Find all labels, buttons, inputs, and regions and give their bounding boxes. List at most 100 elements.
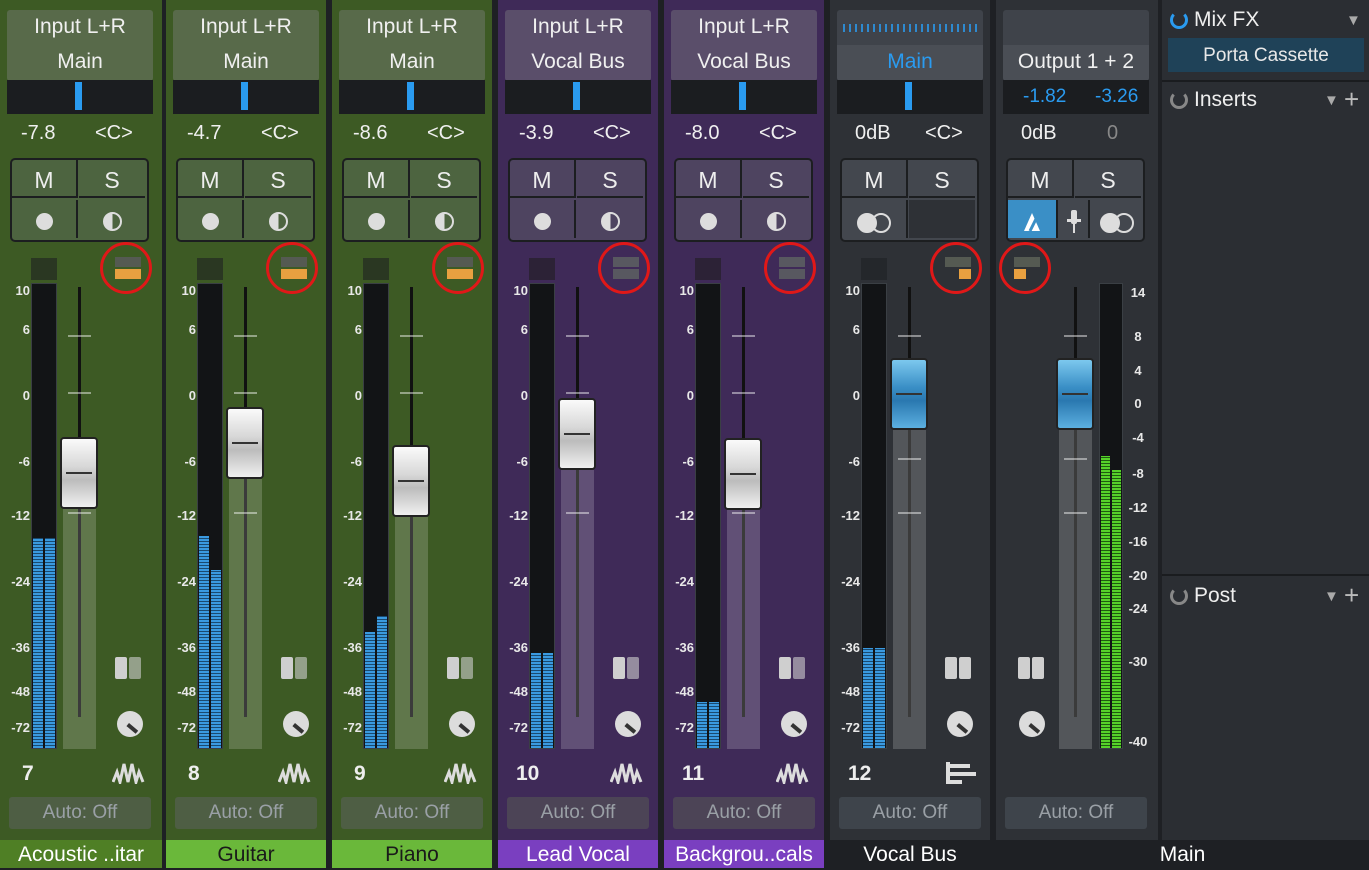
monitor-button[interactable]	[245, 200, 311, 238]
pan-value[interactable]: <C>	[95, 122, 133, 145]
pan-slider[interactable]	[671, 80, 817, 114]
strip-name[interactable]: Vocal Bus	[830, 840, 990, 868]
input-select[interactable]: Input L+R	[7, 10, 153, 46]
send-knob[interactable]	[449, 711, 475, 737]
solo-button[interactable]: S	[79, 160, 145, 198]
automation-mode[interactable]: Auto: Off	[9, 797, 151, 829]
chevron-down-icon[interactable]: ▼	[1346, 12, 1361, 29]
record-button[interactable]	[344, 200, 410, 238]
main-output-select[interactable]: Output 1 + 2	[1003, 45, 1149, 81]
volume-fader[interactable]	[60, 437, 98, 509]
monitor-button[interactable]	[411, 200, 477, 238]
link-button[interactable]	[842, 200, 908, 238]
automation-mode[interactable]: Auto: Off	[1005, 797, 1147, 829]
main-pan-value[interactable]: 0	[1107, 122, 1118, 145]
solo-button[interactable]: S	[1075, 160, 1141, 198]
input-select[interactable]: Input L+R	[671, 10, 817, 46]
send-knob[interactable]	[615, 711, 641, 737]
main-volume-value[interactable]: 0dB	[1021, 122, 1057, 145]
volume-fader[interactable]	[392, 445, 430, 517]
monitor-button[interactable]	[79, 200, 145, 238]
volume-fader[interactable]	[558, 398, 596, 470]
send-knob[interactable]	[283, 711, 309, 737]
mute-button[interactable]: M	[344, 160, 410, 198]
output-select[interactable]: Main	[173, 45, 319, 81]
add-icon[interactable]: +	[1344, 580, 1359, 611]
mute-button[interactable]: M	[676, 160, 742, 198]
power-icon[interactable]	[1170, 587, 1188, 606]
power-icon[interactable]	[1170, 91, 1188, 110]
instrument-wave-icon[interactable]	[776, 760, 810, 784]
volume-value[interactable]: 0dB	[855, 122, 891, 145]
main-name[interactable]: Main	[996, 840, 1369, 868]
pan-slider[interactable]	[339, 80, 485, 114]
input-select[interactable]: Input L+R	[173, 10, 319, 46]
strip-name[interactable]: Lead Vocal	[498, 840, 658, 868]
solo-button[interactable]: S	[577, 160, 643, 198]
output-select[interactable]: Main	[837, 45, 983, 81]
instrument-wave-icon[interactable]	[112, 760, 146, 784]
metronome-button[interactable]	[1008, 200, 1058, 238]
volume-fader[interactable]	[724, 438, 762, 510]
bus-icon[interactable]	[944, 760, 978, 786]
monitor-button[interactable]	[743, 200, 809, 238]
solo-button[interactable]: S	[909, 160, 975, 198]
solo-button[interactable]: S	[411, 160, 477, 198]
instrument-wave-icon[interactable]	[610, 760, 644, 784]
instrument-wave-icon[interactable]	[278, 760, 312, 784]
output-select[interactable]: Vocal Bus	[505, 45, 651, 81]
mute-button[interactable]: M	[178, 160, 244, 198]
strip-name[interactable]: Guitar	[166, 840, 326, 868]
channel-editor-icon[interactable]	[447, 657, 475, 681]
volume-value[interactable]: -8.6	[353, 122, 387, 145]
channel-editor-icon[interactable]	[1018, 657, 1046, 681]
solo-button[interactable]: S	[245, 160, 311, 198]
send-knob[interactable]	[781, 711, 807, 737]
channel-editor-icon[interactable]	[945, 657, 973, 681]
input-select[interactable]: Input L+R	[339, 10, 485, 46]
add-icon[interactable]: +	[1344, 84, 1359, 115]
volume-fader[interactable]	[890, 358, 928, 430]
automation-mode[interactable]: Auto: Off	[341, 797, 483, 829]
pan-slider[interactable]	[837, 80, 983, 114]
automation-mode[interactable]: Auto: Off	[839, 797, 981, 829]
input-select[interactable]: Input L+R	[505, 10, 651, 46]
pan-value[interactable]: <C>	[593, 122, 631, 145]
solo-button[interactable]: S	[743, 160, 809, 198]
instrument-wave-icon[interactable]	[444, 760, 478, 784]
volume-value[interactable]: -3.9	[519, 122, 553, 145]
record-button[interactable]	[510, 200, 576, 238]
power-icon[interactable]	[1170, 11, 1188, 30]
output-select[interactable]: Vocal Bus	[671, 45, 817, 81]
mute-button[interactable]: M	[842, 160, 908, 198]
pan-value[interactable]: <C>	[261, 122, 299, 145]
output-select[interactable]: Main	[339, 45, 485, 81]
automation-mode[interactable]: Auto: Off	[673, 797, 815, 829]
chevron-down-icon[interactable]: ▼	[1324, 588, 1339, 605]
channel-editor-icon[interactable]	[115, 657, 143, 681]
chevron-down-icon[interactable]: ▼	[1324, 92, 1339, 109]
link-button[interactable]	[1092, 200, 1142, 238]
send-knob[interactable]	[1019, 711, 1045, 737]
output-select[interactable]: Main	[7, 45, 153, 81]
automation-mode[interactable]: Auto: Off	[175, 797, 317, 829]
volume-value[interactable]: -7.8	[21, 122, 55, 145]
volume-fader[interactable]	[226, 407, 264, 479]
mute-button[interactable]: M	[1008, 160, 1074, 198]
pan-slider[interactable]	[505, 80, 651, 114]
mute-button[interactable]: M	[12, 160, 78, 198]
pan-slider[interactable]	[7, 80, 153, 114]
record-button[interactable]	[676, 200, 742, 238]
pan-value[interactable]: <C>	[427, 122, 465, 145]
strip-name[interactable]: Piano	[332, 840, 492, 868]
volume-value[interactable]: -8.0	[685, 122, 719, 145]
pan-value[interactable]: <C>	[759, 122, 797, 145]
channel-editor-icon[interactable]	[613, 657, 641, 681]
fx-slot[interactable]: Porta Cassette	[1168, 38, 1364, 72]
send-knob[interactable]	[947, 711, 973, 737]
record-button[interactable]	[12, 200, 78, 238]
strip-name[interactable]: Backgrou..cals	[664, 840, 824, 868]
pan-value[interactable]: <C>	[925, 122, 963, 145]
main-fader[interactable]	[1056, 358, 1094, 430]
send-knob[interactable]	[117, 711, 143, 737]
